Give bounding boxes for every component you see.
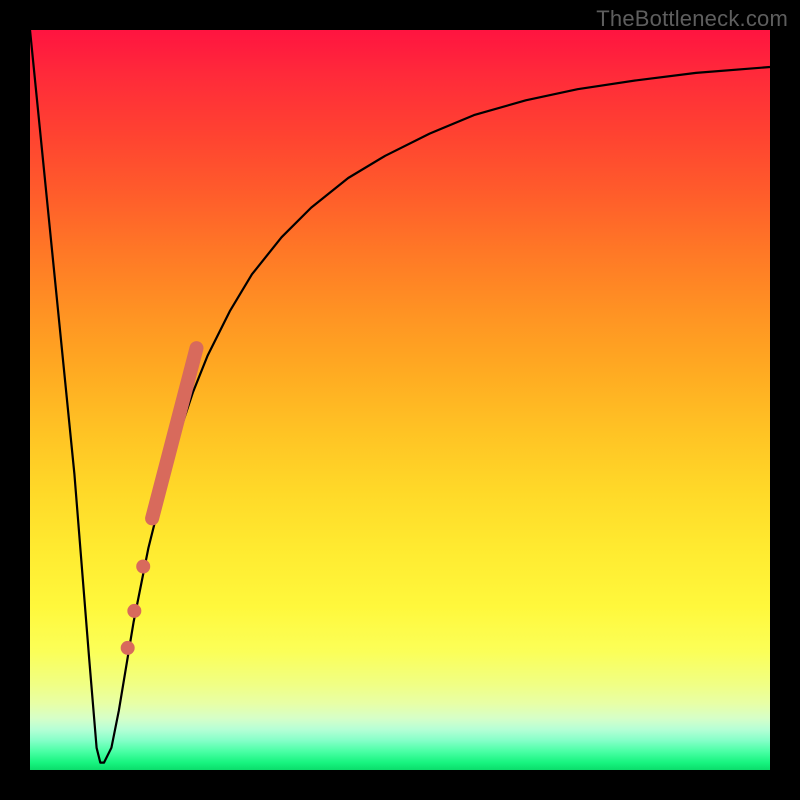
bottleneck-curve: [30, 30, 770, 763]
chart-frame: TheBottleneck.com: [0, 0, 800, 800]
highlight-dot: [127, 604, 141, 618]
highlight-segment: [152, 348, 196, 518]
plot-area: [30, 30, 770, 770]
highlight-dot: [121, 641, 135, 655]
highlight-dot: [136, 560, 150, 574]
chart-svg: [30, 30, 770, 770]
watermark-text: TheBottleneck.com: [596, 6, 788, 32]
